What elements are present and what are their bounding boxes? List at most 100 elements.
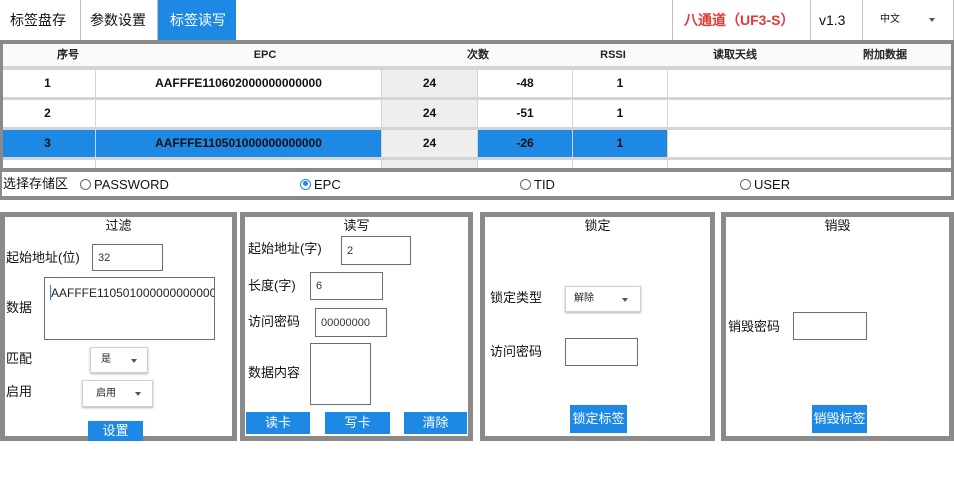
cell-epc: AAFFFE110602000000000000 xyxy=(96,70,381,97)
tab-read-write[interactable]: 标签读写 xyxy=(158,0,236,40)
radio-epc[interactable]: EPC xyxy=(300,172,341,196)
filter-match-value: 是 xyxy=(101,354,111,365)
storage-area-label: 选择存储区 xyxy=(3,176,69,191)
rw-start-address-label: 起始地址(字) xyxy=(248,241,322,256)
lock-panel: 锁定 锁定类型 解除 访问密码 锁定标签 xyxy=(480,212,715,441)
language-select[interactable]: 中文 xyxy=(863,0,954,40)
radio-unchecked-icon xyxy=(740,178,751,190)
filter-enable-label: 启用 xyxy=(6,384,33,399)
kill-panel-title: 销毁 xyxy=(824,218,851,233)
filter-panel-title: 过滤 xyxy=(105,218,132,233)
cell-antenna: 1 xyxy=(573,100,667,127)
cell-count: 24 xyxy=(382,70,477,97)
radio-user-label: USER xyxy=(754,176,791,192)
filter-start-address-label: 起始地址(位) xyxy=(6,250,80,265)
rw-content-textarea[interactable] xyxy=(310,343,371,405)
radio-password-label: PASSWORD xyxy=(94,176,169,192)
cell-empty xyxy=(382,160,477,168)
read-write-panel-title: 读写 xyxy=(343,218,370,233)
lock-password-input[interactable] xyxy=(565,338,638,366)
radio-unchecked-icon xyxy=(80,178,91,190)
rw-password-label: 访问密码 xyxy=(248,314,301,329)
filter-set-button[interactable]: 设置 xyxy=(88,421,143,441)
cell-extra xyxy=(668,100,954,127)
column-header-extra: 附加数据 xyxy=(863,49,907,61)
tab-inventory[interactable]: 标签盘存 xyxy=(0,0,81,40)
cell-index: 3 xyxy=(0,130,95,157)
rw-start-address-input[interactable] xyxy=(341,236,411,265)
filter-start-address-input[interactable] xyxy=(92,244,163,271)
cell-extra xyxy=(668,130,954,157)
tab-params-label: 参数设置 xyxy=(90,12,146,28)
lock-type-spinner[interactable]: 解除 xyxy=(565,286,641,312)
kill-password-input[interactable] xyxy=(793,312,867,340)
radio-tid-label: TID xyxy=(534,176,555,192)
cell-empty xyxy=(478,160,572,168)
table-row[interactable]: 1 AAFFFE110602000000000000 24 -48 1 xyxy=(0,70,954,97)
read-write-panel: 读写 起始地址(字) 长度(字) 访问密码 数据内容 读卡 写卡 清除 xyxy=(240,212,473,441)
filter-enable-spinner[interactable]: 启用 xyxy=(82,380,153,407)
table-row[interactable]: 2 24 -51 1 xyxy=(0,100,954,127)
filter-data-textarea[interactable]: AAFFFE110501000000000000 xyxy=(44,277,215,340)
tab-params[interactable]: 参数设置 xyxy=(81,0,158,40)
storage-bottom-divider xyxy=(0,196,954,200)
read-card-button[interactable]: 读卡 xyxy=(246,412,310,434)
cell-rssi: -26 xyxy=(478,130,572,157)
radio-password[interactable]: PASSWORD xyxy=(80,172,169,196)
radio-user[interactable]: USER xyxy=(740,172,790,196)
device-name-badge: 八通道（UF3-S） xyxy=(672,0,811,40)
lock-panel-title: 锁定 xyxy=(584,218,611,233)
filter-match-label: 匹配 xyxy=(6,351,33,366)
kill-tag-button[interactable]: 销毁标签 xyxy=(812,405,867,433)
version-box: v1.3 xyxy=(811,0,863,40)
tag-table[interactable]: 序号 EPC 次数 RSSI 读取天线 附加数据 1 AAFFFE1106020… xyxy=(0,44,954,168)
top-bar: 标签盘存 参数设置 标签读写 八通道（UF3-S） v1.3 中文 xyxy=(0,0,954,40)
tab-inventory-label: 标签盘存 xyxy=(10,12,66,28)
lock-password-label: 访问密码 xyxy=(490,344,543,359)
storage-area-selector: 选择存储区 PASSWORD EPC TID USER xyxy=(0,172,954,196)
language-value: 中文 xyxy=(880,14,900,25)
radio-checked-icon xyxy=(300,178,311,190)
cell-index: 2 xyxy=(0,100,95,127)
rw-length-input[interactable] xyxy=(310,272,383,300)
radio-tid[interactable]: TID xyxy=(520,172,555,196)
column-header-index: 序号 xyxy=(57,49,79,61)
cell-antenna: 1 xyxy=(573,70,667,97)
cell-epc: AAFFFE110501000000000000 xyxy=(96,130,381,157)
lock-tag-button[interactable]: 锁定标签 xyxy=(570,405,627,433)
cell-empty xyxy=(96,160,381,168)
table-header: 序号 EPC 次数 RSSI 读取天线 附加数据 xyxy=(0,44,954,66)
clear-button[interactable]: 清除 xyxy=(404,412,467,434)
column-header-epc: EPC xyxy=(253,49,277,61)
cell-extra xyxy=(668,70,954,97)
cell-rssi: -51 xyxy=(478,100,572,127)
column-header-antenna: 读取天线 xyxy=(713,49,757,61)
kill-panel: 销毁 销毁密码 销毁标签 xyxy=(721,212,954,441)
text-cursor xyxy=(50,285,51,300)
filter-panel: 过滤 起始地址(位) 数据 AAFFFE110501000000000000 匹… xyxy=(0,212,237,441)
caret-down-icon xyxy=(135,392,141,396)
cell-index: 1 xyxy=(0,70,95,97)
tab-read-write-label: 标签读写 xyxy=(170,12,226,28)
radio-epc-label: EPC xyxy=(314,176,341,192)
rw-password-input[interactable] xyxy=(315,308,387,337)
caret-down-icon xyxy=(929,18,935,22)
filter-enable-value: 启用 xyxy=(96,388,116,399)
cell-count: 24 xyxy=(382,130,477,157)
cell-antenna: 1 xyxy=(573,130,667,157)
lock-type-label: 锁定类型 xyxy=(490,290,543,305)
cell-empty xyxy=(668,160,954,168)
table-row-partial[interactable] xyxy=(0,160,954,168)
cell-empty xyxy=(0,160,95,168)
write-card-button[interactable]: 写卡 xyxy=(325,412,390,434)
table-row[interactable]: 3 AAFFFE110501000000000000 24 -26 1 xyxy=(0,130,954,157)
caret-down-icon xyxy=(622,298,628,302)
version-label: v1.3 xyxy=(819,12,846,28)
filter-match-spinner[interactable]: 是 xyxy=(90,347,148,373)
column-header-rssi: RSSI xyxy=(600,49,626,61)
filter-data-label: 数据 xyxy=(6,300,33,315)
cell-rssi: -48 xyxy=(478,70,572,97)
cell-epc xyxy=(96,100,381,127)
kill-password-label: 销毁密码 xyxy=(728,319,781,334)
column-header-count: 次数 xyxy=(467,49,489,61)
